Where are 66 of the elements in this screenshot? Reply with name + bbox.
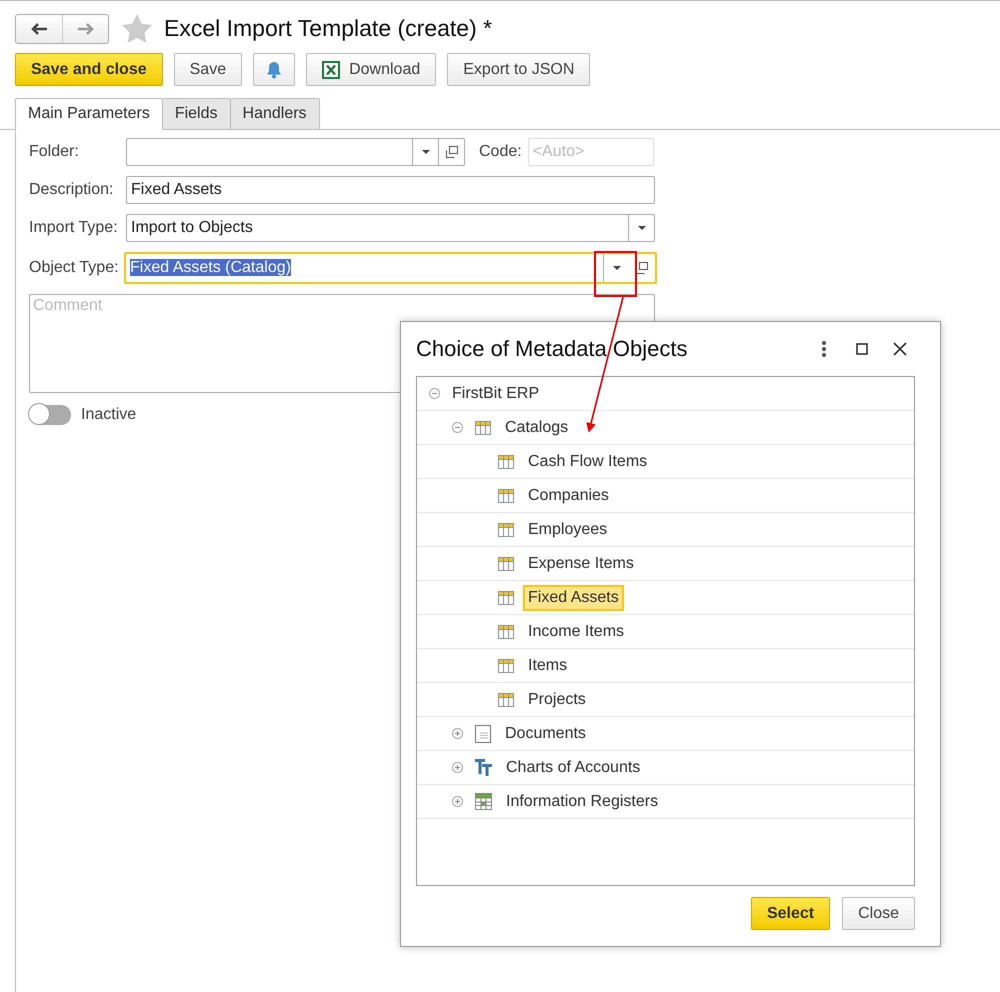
field-label: Code: [479, 143, 522, 161]
caret-icon [422, 150, 430, 154]
document-icon [475, 724, 491, 742]
tree-item[interactable]: Items [523, 652, 572, 678]
tree-item[interactable]: Employees [523, 516, 612, 542]
notification-button[interactable] [253, 53, 296, 86]
caret-icon [612, 266, 620, 270]
tree-item[interactable]: Charts of Accounts [501, 754, 646, 780]
table-icon [475, 420, 491, 434]
open-window-icon [636, 262, 648, 274]
tree-item[interactable]: Cash Flow Items [523, 448, 652, 474]
table-icon [498, 556, 514, 570]
tree-item[interactable]: Fixed Assets [523, 584, 624, 610]
tree-item[interactable]: Catalogs [500, 414, 574, 440]
arrow-left-icon [31, 22, 47, 34]
highlight-frame [594, 251, 637, 297]
toggle-label: Inactive [81, 406, 136, 424]
expand-icon[interactable] [452, 762, 463, 773]
save-and-close-button[interactable]: Save and close [15, 53, 163, 86]
table-icon [498, 658, 514, 672]
expand-icon[interactable] [452, 728, 463, 739]
window-title: Excel Import Template (create) * [164, 15, 492, 42]
folder-field[interactable] [126, 138, 465, 166]
table-icon [498, 692, 514, 706]
table-icon [498, 488, 514, 502]
tab[interactable]: Main Parameters [15, 98, 163, 130]
tree-item[interactable]: Income Items [523, 618, 630, 644]
description-field[interactable]: Fixed Assets [126, 176, 655, 204]
field-label: Object Type: [29, 259, 120, 277]
toolbar-button[interactable]: Export to JSON [447, 53, 590, 86]
arrow-right-icon [78, 22, 94, 34]
letters-icon [475, 759, 492, 776]
close-icon [893, 342, 907, 356]
table-icon [498, 590, 514, 604]
collapse-icon[interactable] [452, 422, 463, 433]
tree-item[interactable]: Documents [500, 720, 591, 746]
tree-item[interactable]: Projects [523, 686, 591, 712]
tree-item[interactable]: Expense Items [523, 550, 639, 576]
field-label: Folder: [29, 143, 80, 161]
close-button[interactable]: Close [842, 897, 915, 930]
bell-icon [266, 60, 282, 78]
code-field[interactable]: <Auto> [528, 138, 654, 166]
select-button[interactable]: Select [750, 897, 830, 930]
expand-icon[interactable] [452, 796, 463, 807]
field-label: Description: [29, 181, 114, 199]
star-icon[interactable] [122, 14, 152, 43]
table-icon [498, 454, 514, 468]
square-icon [856, 343, 868, 355]
toggle-switch[interactable] [29, 405, 71, 425]
toolbar-button[interactable]: Save [174, 53, 242, 86]
field-label: Import Type: [29, 219, 119, 237]
spreadsheet-icon [322, 60, 340, 78]
table-icon [498, 522, 514, 536]
collapse-icon[interactable] [429, 388, 440, 399]
dots-icon [822, 341, 826, 357]
download-button[interactable]: Download [306, 53, 436, 86]
tab[interactable]: Handlers [230, 98, 320, 130]
tab[interactable]: Fields [162, 98, 231, 130]
object-type-field[interactable]: Fixed Assets (Catalog) [124, 252, 657, 284]
open-window-icon [446, 146, 458, 158]
register-icon [475, 793, 492, 810]
table-icon [498, 624, 514, 638]
caret-icon [638, 226, 646, 230]
tree-item[interactable]: Companies [523, 482, 614, 508]
tree-item[interactable]: Information Registers [501, 788, 664, 814]
import-type-field[interactable]: Import to Objects [126, 214, 655, 242]
